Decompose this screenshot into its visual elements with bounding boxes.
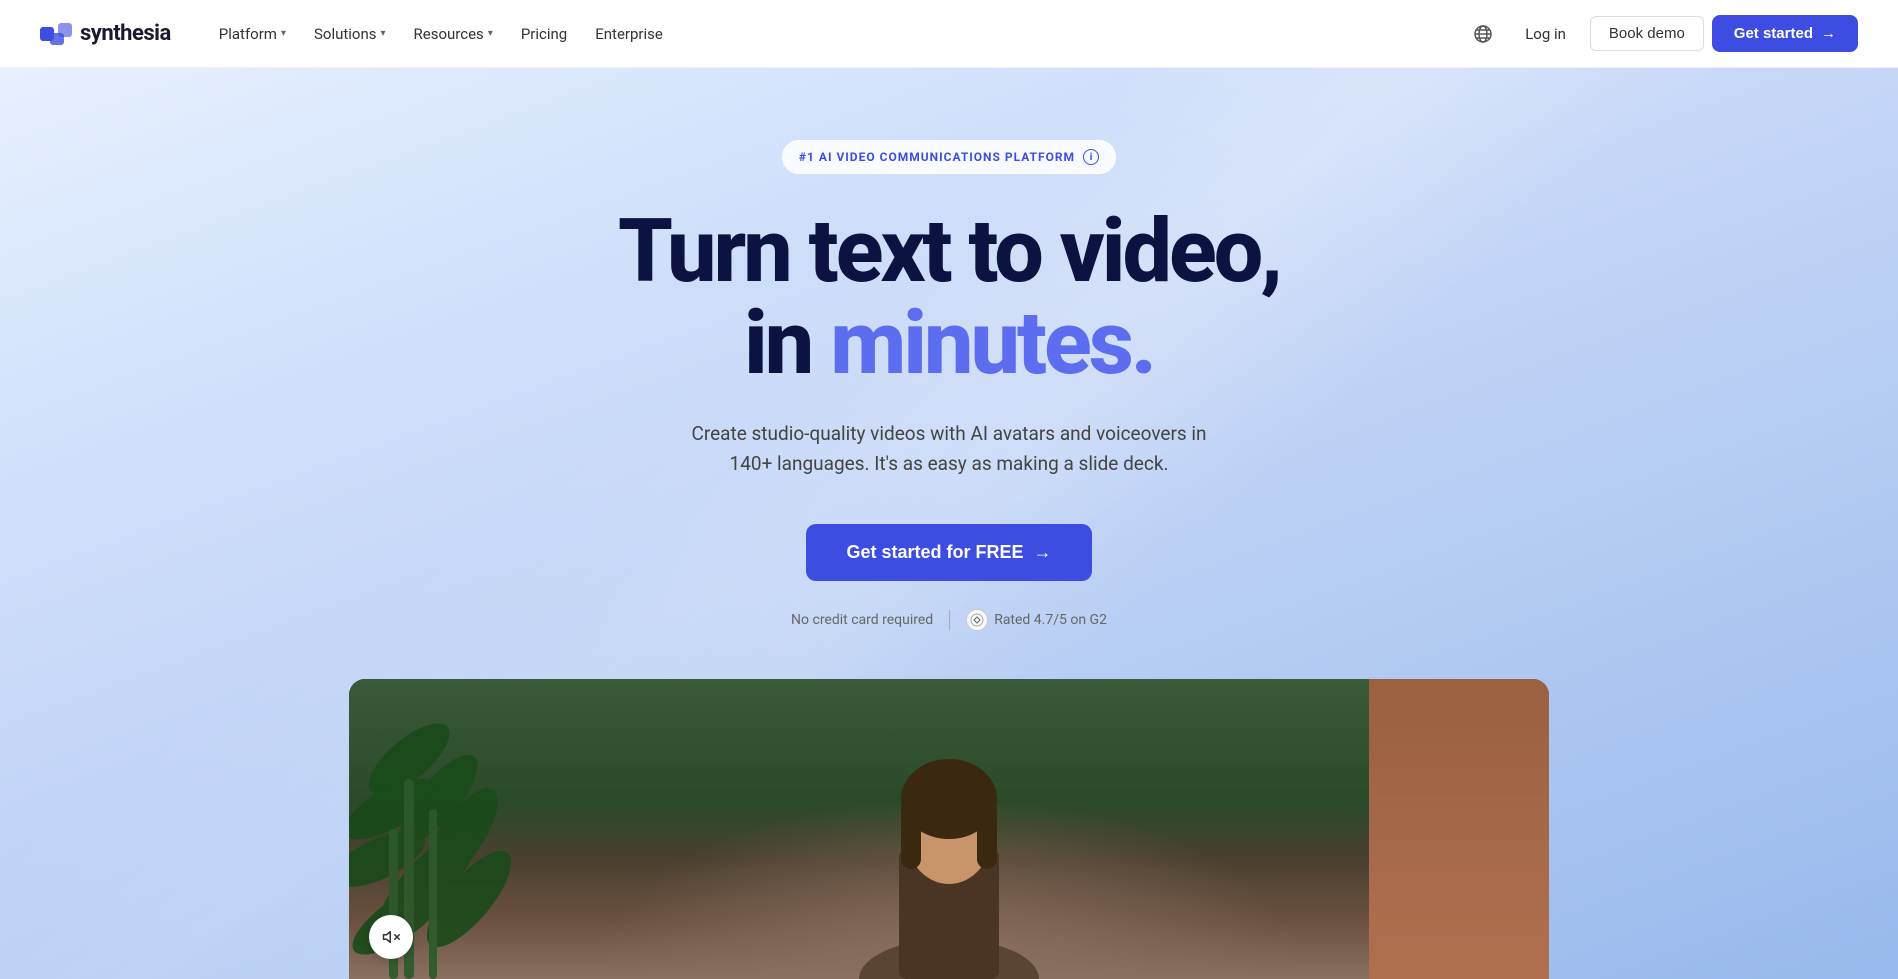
chevron-down-icon: ▾ [381, 28, 386, 39]
get-started-nav-button[interactable]: Get started → [1712, 15, 1858, 52]
hero-title: Turn text to video, in minutes. [618, 206, 1280, 391]
mute-icon [382, 928, 400, 946]
g2-icon [966, 609, 988, 631]
navbar: synthesia Platform ▾ Solutions ▾ Resourc… [0, 0, 1898, 68]
g2-rating: Rated 4.7/5 on G2 [966, 609, 1107, 631]
wall-decoration [1369, 679, 1549, 979]
info-icon[interactable]: i [1083, 149, 1099, 165]
badge-text: #1 AI VIDEO COMMUNICATIONS PLATFORM [799, 150, 1075, 164]
person-silhouette [839, 689, 1059, 979]
arrow-right-icon: → [1821, 25, 1836, 42]
hero-highlight: minutes. [830, 292, 1154, 395]
divider [949, 610, 950, 630]
social-proof: No credit card required Rated 4.7/5 on G… [791, 609, 1107, 631]
book-demo-button[interactable]: Book demo [1590, 16, 1704, 51]
nav-solutions[interactable]: Solutions ▾ [302, 17, 398, 51]
synthesia-logo-icon [40, 23, 72, 45]
logo[interactable]: synthesia [40, 21, 171, 46]
nav-left: synthesia Platform ▾ Solutions ▾ Resourc… [40, 17, 675, 51]
nav-resources[interactable]: Resources ▾ [402, 17, 505, 51]
arrow-right-icon: → [1034, 542, 1052, 563]
cta-get-started-button[interactable]: Get started for FREE → [806, 524, 1091, 581]
login-button[interactable]: Log in [1509, 17, 1582, 51]
logo-text: synthesia [80, 21, 171, 46]
chevron-down-icon: ▾ [281, 28, 286, 39]
mute-button[interactable] [369, 915, 413, 959]
video-preview [349, 679, 1549, 979]
nav-pricing[interactable]: Pricing [509, 17, 579, 51]
nav-platform[interactable]: Platform ▾ [207, 17, 298, 51]
hero-subtitle: Create studio-quality videos with AI ava… [669, 419, 1229, 480]
chevron-down-icon: ▾ [488, 28, 493, 39]
g2-rating-text: Rated 4.7/5 on G2 [994, 612, 1107, 628]
no-credit-card-text: No credit card required [791, 612, 933, 628]
hero-section: #1 AI VIDEO COMMUNICATIONS PLATFORM i Tu… [0, 68, 1898, 979]
nav-links: Platform ▾ Solutions ▾ Resources ▾ Prici… [207, 17, 675, 51]
globe-icon [1473, 24, 1493, 44]
language-selector[interactable] [1465, 16, 1501, 52]
nav-enterprise[interactable]: Enterprise [583, 17, 675, 51]
nav-right: Log in Book demo Get started → [1465, 15, 1858, 52]
badge: #1 AI VIDEO COMMUNICATIONS PLATFORM i [782, 140, 1116, 174]
